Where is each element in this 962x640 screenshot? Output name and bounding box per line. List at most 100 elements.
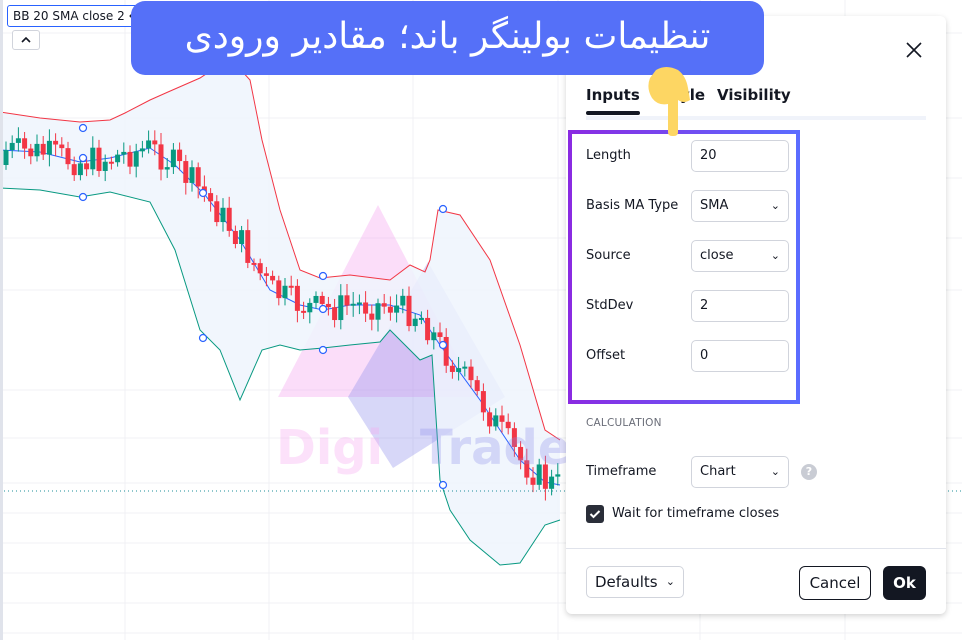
candle-body (375, 303, 381, 320)
source-select[interactable]: close ⌄ (691, 240, 789, 272)
candle-body (40, 143, 46, 155)
input-row-offset: Offset 0 (586, 340, 806, 374)
timeframe-label: Timeframe (586, 464, 657, 479)
watermark-text-digi: Digi (276, 420, 384, 476)
collapse-legend-button[interactable] (12, 30, 40, 50)
cancel-button[interactable]: Cancel (799, 566, 871, 600)
band-marker-point (78, 123, 88, 133)
candle-body (146, 140, 152, 149)
candle-body (239, 230, 245, 245)
length-label: Length (586, 148, 631, 163)
candle-body (332, 307, 338, 321)
length-input[interactable]: 20 (691, 140, 789, 172)
candle-body (400, 295, 406, 306)
band-marker-point (438, 480, 448, 490)
candle-body (270, 275, 276, 281)
candle-body (164, 167, 170, 170)
candle-body (394, 305, 400, 313)
stddev-label: StdDev (586, 298, 634, 313)
candle-body (28, 148, 34, 157)
wait-for-timeframe-closes-checkbox[interactable] (586, 505, 604, 523)
dialog-footer: Defaults ⌄ Cancel Ok (566, 548, 946, 615)
candle-body (65, 148, 71, 165)
input-row-timeframe: Timeframe Chart ⌄ (586, 456, 806, 490)
tab-inputs[interactable]: Inputs (586, 86, 640, 115)
candle-body (325, 303, 331, 308)
candle-body (232, 230, 238, 245)
candle-body (449, 365, 455, 372)
band-marker-point (198, 188, 208, 198)
candle-body (406, 295, 412, 327)
candle-body (456, 368, 462, 372)
band-marker-point (78, 153, 88, 163)
candle-body (133, 151, 139, 167)
chevron-down-icon: ⌄ (770, 249, 780, 262)
candle-body (9, 142, 15, 151)
candle-body (425, 317, 431, 341)
candle-body (115, 154, 121, 163)
band-marker-point (318, 271, 328, 281)
ok-button[interactable]: Ok (883, 566, 926, 600)
candle-body (158, 144, 164, 170)
candle-body (220, 207, 226, 223)
input-row-source: Source close ⌄ (586, 240, 806, 274)
settings-tabs: Inputs Style Visibility (586, 84, 926, 120)
candle-body (53, 140, 59, 145)
band-marker-point (78, 192, 88, 202)
candle-body (183, 161, 189, 183)
offset-input[interactable]: 0 (691, 340, 789, 372)
band-marker-point (318, 304, 328, 314)
basis-ma-type-select[interactable]: SMA ⌄ (691, 190, 789, 222)
candle-body (462, 366, 468, 369)
candle-body (84, 163, 90, 170)
candle-body (282, 285, 288, 299)
candle-body (226, 207, 232, 231)
candle-body (34, 143, 40, 157)
band-marker-point (438, 204, 448, 214)
candle-body (245, 230, 251, 263)
candle-body (195, 167, 201, 187)
candle-body (437, 332, 443, 337)
candle-body (77, 163, 83, 176)
candle-body (276, 280, 282, 299)
candle-body (369, 313, 375, 320)
chevron-down-icon: ⌄ (770, 199, 780, 212)
chevron-down-icon: ⌄ (770, 465, 780, 478)
candle-body (96, 147, 102, 171)
timeframe-select[interactable]: Chart ⌄ (691, 456, 789, 488)
input-row-basis-ma-type: Basis MA Type SMA ⌄ (586, 190, 806, 224)
candle-body (363, 302, 369, 314)
tab-visibility[interactable]: Visibility (717, 86, 791, 104)
close-icon (906, 42, 922, 58)
candle-body (431, 332, 437, 341)
candle-body (381, 303, 387, 307)
candle-body (294, 285, 300, 311)
candle-body (474, 380, 480, 392)
candle-body (350, 303, 356, 306)
input-row-stddev: StdDev 2 (586, 290, 806, 324)
candle-body (468, 366, 474, 381)
candle-body (102, 161, 108, 171)
candle-body (22, 138, 28, 149)
basis-ma-type-label: Basis MA Type (586, 198, 679, 213)
defaults-dropdown-button[interactable]: Defaults ⌄ (586, 566, 684, 598)
band-marker-point (198, 333, 208, 343)
offset-label: Offset (586, 348, 626, 363)
input-row-length: Length 20 (586, 140, 806, 174)
calculation-section-title: CALCULATION (586, 417, 662, 429)
candle-body (387, 306, 393, 313)
candle-body (15, 138, 21, 143)
candle-body (59, 144, 65, 149)
close-button[interactable] (904, 40, 924, 60)
candle-body (412, 318, 418, 327)
help-icon[interactable]: ? (801, 464, 817, 480)
indicator-settings-dialog: Inputs Style Visibility Length 20 Basis … (566, 16, 946, 614)
candle-body (90, 147, 96, 170)
candle-body (152, 140, 158, 145)
candle-body (313, 295, 319, 303)
candle-body (418, 317, 424, 320)
wait-for-timeframe-closes-label: Wait for timeframe closes (612, 506, 780, 521)
indicator-legend[interactable]: BB 20 SMA close 2 (7, 5, 148, 27)
stddev-input[interactable]: 2 (691, 290, 789, 322)
candle-body (208, 193, 214, 202)
